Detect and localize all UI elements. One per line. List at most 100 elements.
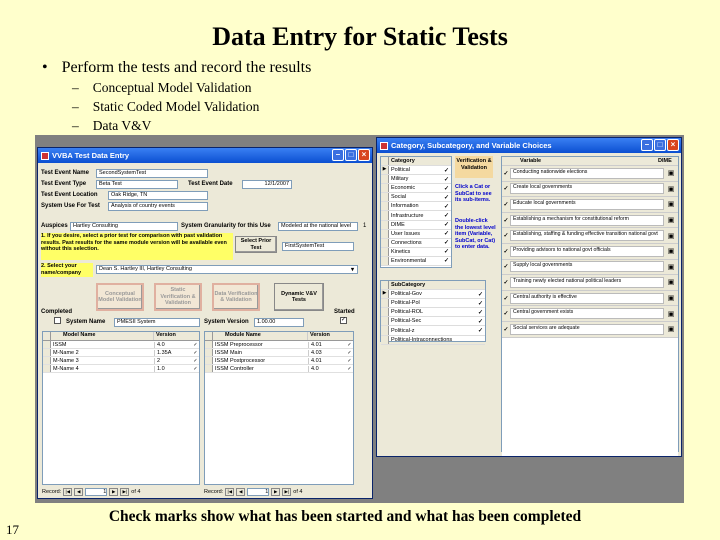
row-selector[interactable] (381, 238, 389, 247)
row-selector-icon[interactable] (43, 341, 51, 348)
list-item[interactable]: Political-Sec ✓ (381, 317, 485, 327)
first-record-icon[interactable]: |◀ (63, 488, 73, 496)
next-record-icon[interactable]: ▶ (271, 488, 281, 496)
variable-item[interactable]: Supply local governments (510, 261, 664, 273)
model-name-cell[interactable]: M-Name 3 (51, 358, 154, 364)
category-item[interactable]: Economic (389, 185, 444, 191)
document-icon[interactable]: ▣ (664, 216, 678, 224)
row-selector[interactable] (381, 326, 389, 335)
prior-test-field[interactable]: FirstSystemTest (282, 242, 354, 251)
table-row[interactable]: M-Name 3 2 ✓ (43, 357, 199, 365)
list-item[interactable]: ✓ Providing advisors to national govt off… (502, 244, 678, 260)
event-name-field[interactable]: SecondSystemTest (96, 169, 208, 178)
module-version-cell[interactable]: 4.0 (308, 365, 346, 372)
close-icon[interactable]: × (358, 149, 370, 161)
table-row[interactable]: ISSM 4.0 ✓ (43, 341, 199, 349)
list-item[interactable]: ✓ Central authority is effective ▣ (502, 291, 678, 307)
record-number-field[interactable]: 1 (85, 488, 108, 496)
category-item[interactable]: Kinetics (389, 249, 444, 255)
variable-item[interactable]: Central authority is effective (510, 292, 664, 304)
row-selector[interactable] (381, 220, 389, 229)
category-item[interactable]: Environmental (389, 258, 444, 264)
row-selector[interactable] (381, 202, 389, 211)
table-row[interactable]: M-Name 2 1.35A ✓ (43, 349, 199, 357)
model-version-cell[interactable]: 4.0 (154, 341, 192, 348)
list-item[interactable]: ✓ Conducting nationwide elections ▣ (502, 166, 678, 182)
list-item[interactable]: ✓ Training newly elected national politic… (502, 275, 678, 291)
maximize-icon[interactable]: □ (654, 139, 666, 151)
system-use-field[interactable]: Analysis of country events (108, 202, 208, 211)
completed-checkbox[interactable] (54, 317, 61, 324)
list-item[interactable]: ✓ Supply local governments ▣ (502, 260, 678, 276)
row-selector-icon[interactable] (43, 357, 51, 364)
variable-item[interactable]: Create local governments (510, 183, 664, 195)
list-item[interactable]: Political-z ✓ (381, 326, 485, 336)
variable-item[interactable]: Establishing, staffing & funding effecti… (510, 230, 664, 242)
list-item[interactable]: ✓ Establishing, staffing & funding effect… (502, 228, 678, 244)
model-name-cell[interactable]: ISSM (51, 342, 154, 348)
variable-item[interactable]: Educate local governments (510, 198, 664, 210)
prev-record-icon[interactable]: ◀ (236, 488, 246, 496)
document-icon[interactable]: ▣ (664, 325, 678, 333)
document-icon[interactable]: ▣ (664, 310, 678, 318)
variable-item[interactable]: Conducting nationwide elections (510, 167, 664, 179)
category-item[interactable]: Information (389, 203, 444, 209)
list-item[interactable]: ▶ Political-Gov ✓ (381, 290, 485, 300)
minimize-icon[interactable]: – (332, 149, 344, 161)
check-icon[interactable]: ✓ (346, 350, 353, 356)
variable-item[interactable]: Central government exists (510, 308, 664, 320)
document-icon[interactable]: ▣ (664, 185, 678, 193)
list-item[interactable]: ✓ Create local governments ▣ (502, 182, 678, 198)
event-date-field[interactable]: 12/1/2007 (242, 180, 292, 189)
document-icon[interactable]: ▣ (664, 169, 678, 177)
check-icon[interactable]: ✓ (192, 366, 199, 372)
variable-item[interactable]: Social services are adequate (510, 323, 664, 335)
record-number-field[interactable]: 1 (247, 488, 270, 496)
subcategory-item[interactable]: Political-Gov (389, 291, 478, 297)
system-name-field[interactable]: PMESII System (114, 318, 200, 327)
list-item[interactable]: Social ✓ (381, 193, 451, 203)
check-icon[interactable]: ✓ (346, 366, 353, 372)
event-type-field[interactable]: Beta Test (96, 180, 178, 189)
model-name-cell[interactable]: M-Name 2 (51, 350, 154, 356)
check-icon[interactable]: ✓ (192, 342, 199, 348)
category-item[interactable]: DIME (389, 222, 444, 228)
model-version-cell[interactable]: 1.0 (154, 365, 192, 372)
next-record-icon[interactable]: ▶ (109, 488, 119, 496)
module-version-cell[interactable]: 4.01 (308, 341, 346, 348)
subcategory-item[interactable]: Political-ROL (389, 309, 478, 315)
system-version-field[interactable]: 1.00.00 (254, 318, 304, 327)
module-name-cell[interactable]: ISSM Postprocessor (213, 358, 308, 364)
check-icon[interactable]: ✓ (346, 358, 353, 364)
list-item[interactable]: DIME ✓ (381, 220, 451, 230)
list-item[interactable]: ✓ Educate local governments ▣ (502, 197, 678, 213)
prev-record-icon[interactable]: ◀ (74, 488, 84, 496)
list-item[interactable]: Political-ROL ✓ (381, 308, 485, 318)
list-item[interactable]: Infrastructure ✓ (381, 211, 451, 221)
row-selector-icon[interactable] (205, 349, 213, 356)
name-company-select[interactable]: Dean S. Hartley III, Hartley Consulting (96, 265, 358, 274)
list-item[interactable]: Information ✓ (381, 202, 451, 212)
list-item[interactable]: ✓ Social services are adequate ▣ (502, 322, 678, 338)
document-icon[interactable]: ▣ (664, 200, 678, 208)
category-item[interactable]: Infrastructure (389, 213, 444, 219)
row-selector[interactable] (381, 256, 389, 266)
close-icon[interactable]: × (667, 139, 679, 151)
row-selector-icon[interactable] (205, 365, 213, 372)
subcategory-item[interactable]: Political-Intraconnections (389, 337, 478, 343)
dynamic-vv-button[interactable]: Dynamic V&V Tests (274, 283, 324, 311)
row-selector[interactable] (381, 308, 389, 317)
model-version-cell[interactable]: 2 (154, 357, 192, 364)
conceptual-validation-button[interactable]: Conceptual Model Validation (96, 283, 144, 311)
category-item[interactable]: Social (389, 194, 444, 200)
model-name-cell[interactable]: M-Name 4 (51, 366, 154, 372)
variable-item[interactable]: Establishing a mechanism for constitutio… (510, 214, 664, 226)
row-selector[interactable] (381, 247, 389, 256)
row-selector-icon[interactable]: ▶ (381, 290, 389, 299)
check-icon[interactable]: ✓ (346, 342, 353, 348)
subcategory-item[interactable]: Political-Pol (389, 300, 478, 306)
module-name-cell[interactable]: ISSM Preprocessor (213, 342, 308, 348)
select-prior-test-button[interactable]: Select Prior Test (235, 236, 277, 253)
row-selector[interactable] (381, 175, 389, 184)
first-record-icon[interactable]: |◀ (225, 488, 235, 496)
